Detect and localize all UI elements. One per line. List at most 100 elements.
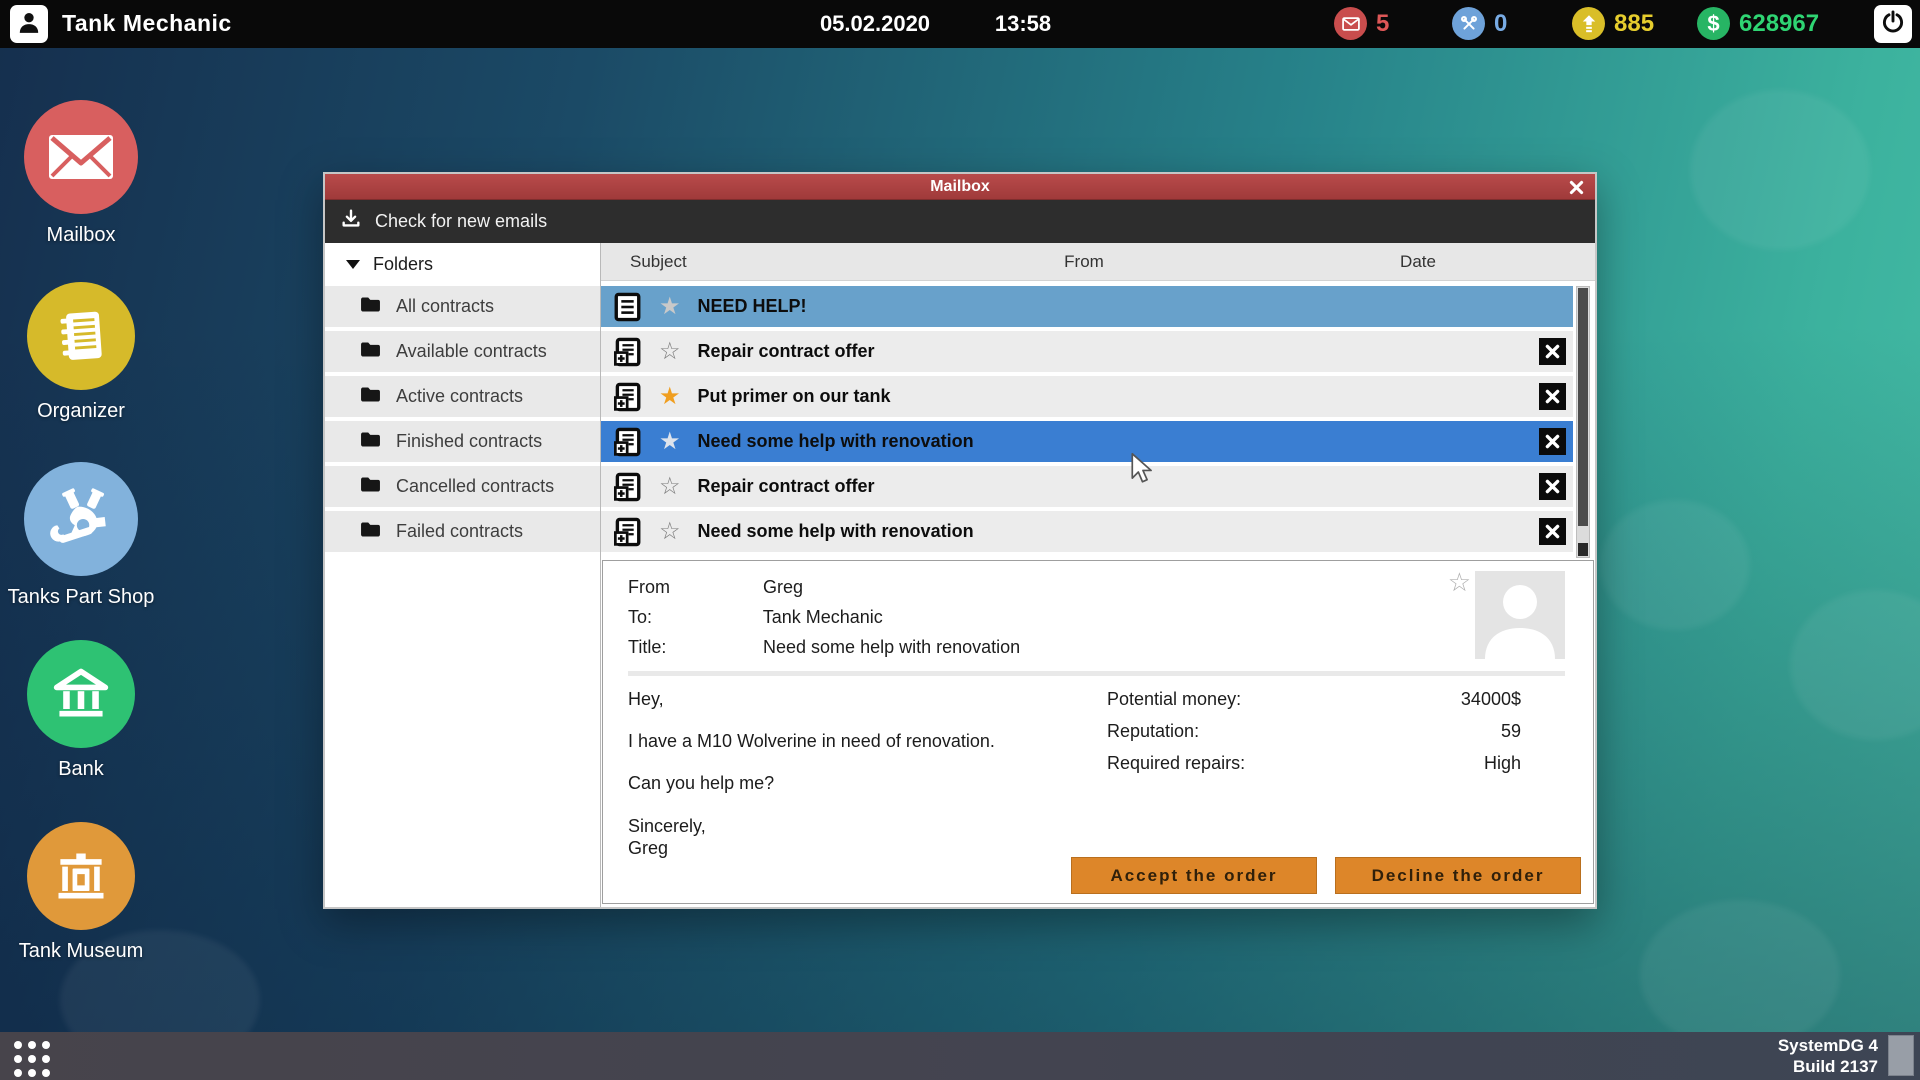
contract-add-icon (614, 471, 644, 503)
document-icon (614, 291, 644, 323)
desktop-icon-mailbox[interactable]: Mailbox (0, 100, 176, 247)
email-detail-pane: From Greg To: Tank Mechanic Title: Need … (602, 560, 1594, 904)
contract-add-icon (614, 336, 644, 368)
email-subject: Repair contract offer (697, 476, 875, 496)
email-row[interactable]: Repair contract offer (601, 331, 1573, 372)
delete-email-button[interactable] (1539, 518, 1566, 545)
window-close-button[interactable] (1566, 177, 1586, 197)
mailbox-envelope-icon (24, 100, 138, 214)
email-row[interactable]: Put primer on our tank (601, 376, 1573, 417)
column-from[interactable]: From (1064, 252, 1104, 272)
desktop-icon-label: Mailbox (46, 224, 116, 246)
check-for-new-emails-button[interactable]: Check for new emails (375, 211, 547, 232)
column-date[interactable]: Date (1400, 252, 1436, 272)
folder-all-contracts[interactable]: All contracts (325, 286, 600, 327)
top-status-bar: Tank Mechanic 05.02.2020 13:58 5 0 885 $… (0, 0, 1920, 48)
repairs-count: 0 (1494, 9, 1508, 37)
folder-icon (360, 431, 381, 453)
email-subject: Put primer on our tank (697, 386, 891, 406)
star-icon[interactable] (659, 295, 681, 319)
folder-icon (360, 521, 381, 543)
delete-email-button[interactable] (1539, 428, 1566, 455)
folder-finished-contracts[interactable]: Finished contracts (325, 421, 600, 462)
power-button[interactable] (1874, 5, 1912, 43)
background-blob (1640, 900, 1840, 1050)
desktop-screen: Tank Mechanic 05.02.2020 13:58 5 0 885 $… (0, 0, 1920, 1080)
profile-button[interactable] (10, 5, 48, 43)
delete-email-button[interactable] (1539, 338, 1566, 365)
envelope-icon (1334, 7, 1367, 40)
folder-failed-contracts[interactable]: Failed contracts (325, 511, 600, 552)
date-display: 05.02.2020 (819, 11, 931, 36)
contract-add-icon (614, 381, 644, 413)
mail-pane: Subject From Date NEED HELP! (601, 243, 1595, 907)
email-subject: Need some help with renovation (697, 431, 974, 451)
folder-cancelled-contracts[interactable]: Cancelled contracts (325, 466, 600, 507)
folder-icon (360, 386, 381, 408)
museum-icon (27, 822, 135, 930)
delete-email-button[interactable] (1539, 473, 1566, 500)
window-titlebar: Mailbox (325, 174, 1595, 200)
email-row[interactable]: Need some help with renovation (601, 511, 1573, 552)
email-row[interactable]: Repair contract offer (601, 466, 1573, 507)
accept-order-button[interactable]: Accept the order (1071, 857, 1317, 894)
star-icon[interactable]: ☆ (1448, 567, 1471, 598)
email-subject: Repair contract offer (697, 341, 875, 361)
star-icon[interactable] (659, 385, 681, 409)
desktop-icon-tanks-part-shop[interactable]: Tanks Part Shop (0, 462, 176, 609)
star-icon[interactable] (659, 520, 681, 544)
detail-divider (628, 671, 1565, 676)
system-name: SystemDG 4 (1777, 1036, 1878, 1055)
folder-icon (360, 341, 381, 363)
rank-points: 885 (1614, 9, 1655, 37)
mailbox-window: Mailbox Check for new emails Folders All… (323, 172, 1597, 909)
desktop-icon-tank-museum[interactable]: Tank Museum (0, 822, 176, 963)
desktop-icon-label: Tanks Part Shop (7, 586, 155, 608)
list-scrollbar[interactable] (1576, 286, 1590, 558)
star-icon[interactable] (659, 430, 681, 454)
folder-icon (360, 476, 381, 498)
star-icon[interactable] (659, 475, 681, 499)
rank-up-icon (1572, 7, 1605, 40)
app-title: Tank Mechanic (62, 10, 232, 36)
stat-potential-money: Potential money: 34000$ (1107, 689, 1521, 709)
email-row-selected[interactable]: Need some help with renovation (601, 421, 1573, 462)
mail-toolbar[interactable]: Check for new emails (325, 200, 1595, 243)
desktop-icon-organizer[interactable]: Organizer (0, 282, 176, 423)
folders-panel: Folders All contracts Available contract… (325, 243, 601, 907)
folder-available-contracts[interactable]: Available contracts (325, 331, 600, 372)
background-blob (1690, 90, 1870, 250)
folder-icon (360, 296, 381, 318)
detail-from-row: From Greg (628, 577, 804, 597)
money-badge: $ 628967 (1697, 7, 1819, 40)
stat-value: High (1483, 753, 1521, 773)
background-blob (1790, 590, 1920, 740)
detail-to-value: Tank Mechanic (762, 607, 883, 627)
column-subject[interactable]: Subject (630, 252, 687, 272)
dollar-icon: $ (1697, 7, 1730, 40)
star-icon[interactable] (659, 340, 681, 364)
folder-active-contracts[interactable]: Active contracts (325, 376, 600, 417)
desktop-icon-bank[interactable]: Bank (0, 640, 176, 781)
download-icon (340, 208, 362, 235)
app-grid-icon[interactable] (14, 1041, 50, 1077)
scrollbar-thumb[interactable] (1578, 288, 1588, 526)
decline-order-button[interactable]: Decline the order (1335, 857, 1581, 894)
contract-add-icon (614, 516, 644, 548)
email-body: Hey, I have a M10 Wolverine in need of r… (628, 689, 995, 858)
email-row[interactable]: NEED HELP! (601, 286, 1573, 327)
folders-header[interactable]: Folders (325, 243, 600, 286)
mail-count-badge: 5 (1334, 7, 1389, 40)
show-desktop-button[interactable] (1888, 1035, 1914, 1076)
mail-count: 5 (1376, 9, 1390, 37)
delete-email-button[interactable] (1539, 383, 1566, 410)
rank-points-badge: 885 (1572, 7, 1654, 40)
desktop-icon-label: Bank (58, 758, 104, 780)
system-info: SystemDG 4 Build 2137 (1778, 1035, 1878, 1077)
stat-value: 59 (1500, 721, 1521, 741)
taskbar: SystemDG 4 Build 2137 (0, 1032, 1920, 1080)
repairs-count-badge: 0 (1452, 7, 1507, 40)
desktop-icon-label: Organizer (37, 400, 125, 422)
desktop-icon-label: Tank Museum (18, 940, 144, 962)
power-icon (1881, 10, 1905, 39)
